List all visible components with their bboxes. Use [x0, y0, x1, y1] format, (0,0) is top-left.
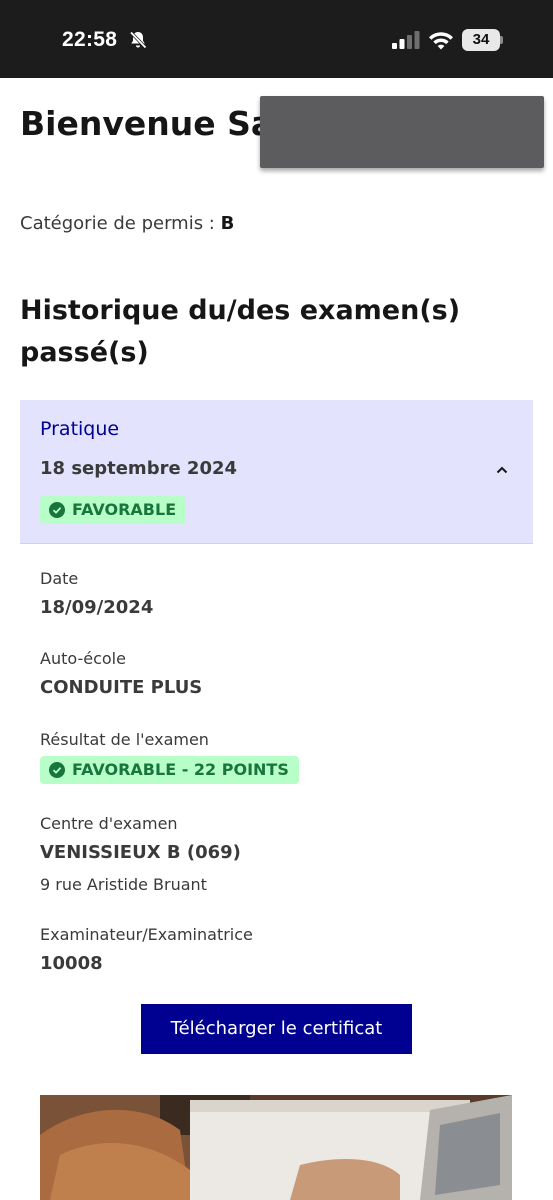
- exam-type: Pratique: [40, 418, 120, 440]
- history-title: Historique du/des examen(s) passé(s): [20, 295, 461, 368]
- examiner-label: Examinateur/Examinatrice: [40, 925, 253, 944]
- result-badge-label: FAVORABLE - 22 POINTS: [72, 760, 289, 779]
- center-value: VENISSIEUX B (069): [40, 842, 241, 863]
- battery-level: 34: [472, 31, 490, 48]
- licence-label: Catégorie de permis :: [20, 213, 221, 234]
- check-circle-icon: [49, 502, 65, 518]
- result-label: Résultat de l'examen: [40, 730, 209, 749]
- center-address: 9 rue Aristide Bruant: [40, 875, 207, 894]
- date-label: Date: [40, 569, 79, 588]
- result-badge: FAVORABLE - 22 POINTS: [40, 756, 299, 784]
- laptop-photo-illustration: [40, 1095, 512, 1200]
- signal-icon: [392, 31, 420, 49]
- status-bar: 22:58 34: [0, 0, 553, 78]
- exam-date-title: 18 septembre 2024: [40, 458, 238, 479]
- check-circle-icon: [49, 762, 65, 778]
- school-value: CONDUITE PLUS: [40, 677, 203, 698]
- examiner-value: 10008: [40, 953, 103, 974]
- status-badge: FAVORABLE: [40, 496, 187, 524]
- chevron-up-icon[interactable]: [494, 462, 510, 478]
- battery-icon: 34: [462, 29, 500, 51]
- illustration-image: [40, 1095, 512, 1200]
- welcome-title: Bienvenue Saf: [20, 104, 288, 143]
- date-value: 18/09/2024: [40, 597, 154, 618]
- redacted-name-block: [260, 96, 544, 168]
- wifi-icon: [429, 32, 453, 50]
- status-time: 22:58: [62, 28, 118, 51]
- battery-cap: [500, 36, 503, 44]
- licence-category: Catégorie de permis : B: [20, 213, 234, 234]
- exam-accordion-header[interactable]: Pratique 18 septembre 2024 FAVORABLE: [20, 400, 533, 544]
- licence-value: B: [220, 213, 235, 234]
- download-certificate-button[interactable]: Télécharger le certificat: [141, 1004, 412, 1054]
- status-badge-label: FAVORABLE: [72, 500, 177, 519]
- center-label: Centre d'examen: [40, 814, 178, 833]
- bell-slash-icon: [129, 31, 147, 49]
- school-label: Auto-école: [40, 649, 126, 668]
